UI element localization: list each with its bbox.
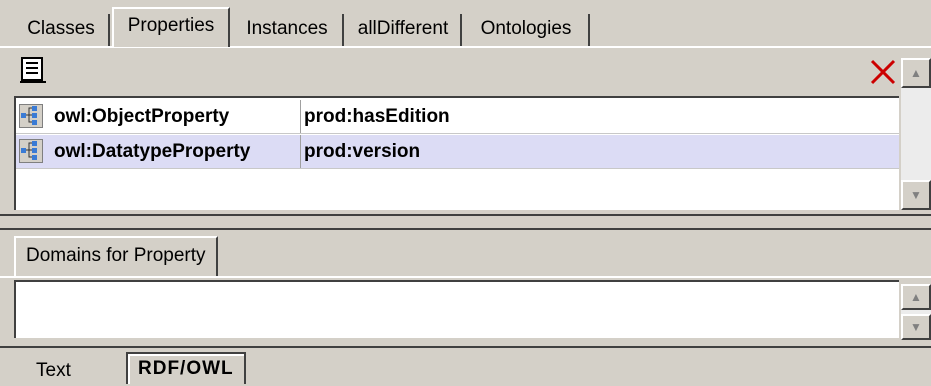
property-name: prod:version: [304, 141, 421, 162]
tab-rdf-owl-view[interactable]: RDF/OWL: [126, 352, 246, 384]
property-type: owl:ObjectProperty: [54, 106, 230, 127]
properties-scrollbar[interactable]: ▲ ▼: [901, 58, 931, 210]
properties-toolbar: [14, 52, 899, 92]
tab-text-view[interactable]: Text: [36, 356, 71, 386]
domains-scrollbar[interactable]: ▲ ▼: [901, 284, 931, 340]
scroll-down-button[interactable]: ▼: [901, 314, 931, 340]
property-node-icon: [19, 104, 43, 128]
scroll-down-button[interactable]: ▼: [901, 180, 931, 210]
property-row-object[interactable]: owl:ObjectProperty prod:hasEdition: [16, 100, 899, 134]
property-row-datatype[interactable]: owl:DatatypeProperty prod:version: [16, 135, 899, 169]
tab-properties[interactable]: Properties: [112, 7, 230, 47]
tab-ontologies[interactable]: Ontologies: [464, 14, 590, 46]
column-separator: [300, 100, 301, 133]
list-icon[interactable]: [18, 56, 48, 86]
property-type: owl:DatatypeProperty: [54, 141, 251, 162]
domains-list: [14, 280, 899, 338]
tab-domains-for-property[interactable]: Domains for Property: [14, 236, 218, 276]
delete-x-icon[interactable]: [867, 56, 899, 88]
property-name: prod:hasEdition: [304, 106, 450, 127]
property-node-icon: [19, 139, 43, 163]
column-separator: [300, 135, 301, 168]
top-tab-strip: Classes Properties Instances allDifferen…: [0, 0, 931, 48]
tab-instances[interactable]: Instances: [232, 14, 344, 46]
tab-classes[interactable]: Classes: [14, 14, 110, 46]
pane-splitter[interactable]: [0, 214, 931, 230]
domains-tab-baseline: [0, 276, 931, 278]
view-tab-bar: Text RDF/OWL: [0, 346, 931, 385]
properties-list: owl:ObjectProperty prod:hasEdition owl:D…: [14, 96, 899, 210]
scroll-up-button[interactable]: ▲: [901, 284, 931, 310]
scroll-up-button[interactable]: ▲: [901, 58, 931, 88]
tab-alldifferent[interactable]: allDifferent: [346, 14, 462, 46]
